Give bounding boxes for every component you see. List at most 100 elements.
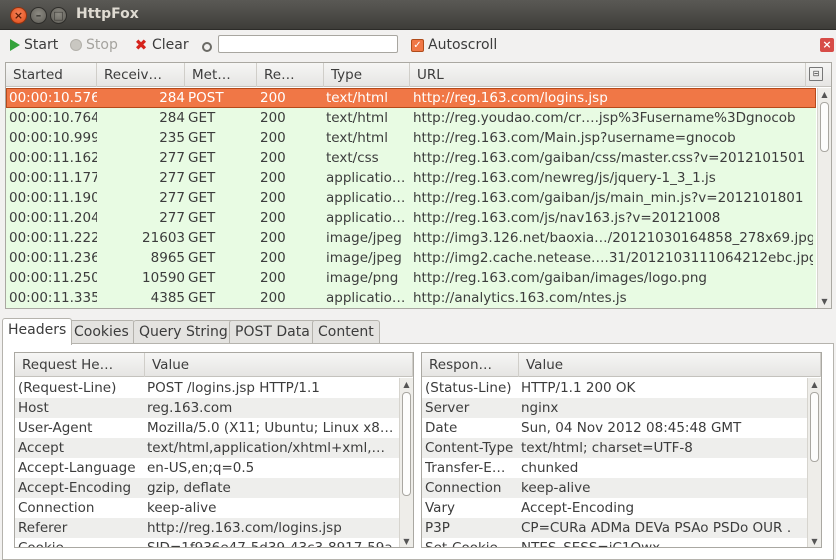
scroll-down-icon[interactable]: ▼: [820, 297, 829, 306]
cell-method: GET: [188, 130, 216, 146]
header-row[interactable]: Referer http://reg.163.com/logins.jsp: [15, 518, 399, 538]
scroll-up-icon[interactable]: ▲: [402, 380, 411, 389]
cell-received: 284: [159, 110, 185, 126]
table-row[interactable]: 00:00:11.190 277 GET 200 applicatio… http://r…: [6, 188, 816, 208]
scroll-thumb[interactable]: [810, 392, 819, 462]
table-row[interactable]: 00:00:11.250 10590 GET 200 image/png http://r…: [6, 268, 816, 288]
requests-scrollbar[interactable]: ▲ ▼: [817, 88, 831, 308]
search-icon-wrap: [202, 38, 212, 56]
clear-button[interactable]: ✖ Clear: [134, 36, 189, 54]
header-value: en-US,en;q=0.5: [147, 460, 255, 476]
close-panel-button[interactable]: ×: [820, 38, 834, 52]
table-row[interactable]: 00:00:10.764 284 GET 200 text/html http://reg…: [6, 108, 816, 128]
cell-received: 21603: [142, 230, 185, 246]
table-row[interactable]: 00:00:11.222 21603 GET 200 image/jpeg http://…: [6, 228, 816, 248]
column-result[interactable]: Re…: [257, 63, 324, 87]
column-url[interactable]: URL: [410, 63, 806, 87]
header-value: reg.163.com: [147, 400, 233, 416]
header-row[interactable]: User-Agent Mozilla/5.0 (X11; Ubuntu; Linu…: [15, 418, 399, 438]
stop-icon: [70, 39, 82, 51]
cell-started: 00:00:11.250: [9, 270, 97, 286]
cell-url: http://reg.163.com/newreg/js/jquery-1_3_…: [413, 170, 716, 186]
header-row[interactable]: Set-Cookie NTES_SESS=jC1Qwx…: [422, 538, 807, 547]
header-row[interactable]: Connection keep-alive: [15, 498, 399, 518]
header-value: nginx: [521, 400, 559, 416]
column-request-value[interactable]: Value: [145, 353, 413, 377]
cell-result: 200: [260, 230, 286, 246]
column-method[interactable]: Met…: [185, 63, 257, 87]
tab-query-string[interactable]: Query String: [133, 320, 234, 344]
header-name: Date: [425, 420, 458, 436]
request-headers-scrollbar[interactable]: ▲ ▼: [399, 378, 413, 547]
column-request-header[interactable]: Request He…: [15, 353, 145, 377]
table-row[interactable]: 00:00:10.999 235 GET 200 text/html http://reg…: [6, 128, 816, 148]
scroll-up-icon[interactable]: ▲: [820, 90, 829, 99]
start-button[interactable]: Start: [10, 36, 58, 54]
header-row[interactable]: (Request-Line) POST /logins.jsp HTTP/1.1: [15, 378, 399, 398]
requests-table-header: Started Receiv… Met… Re… Type URL ⊟: [6, 63, 831, 87]
header-value: Mozilla/5.0 (X11; Ubuntu; Linux x8…: [147, 420, 394, 436]
cell-method: GET: [188, 290, 216, 306]
tab-cookies[interactable]: Cookies: [68, 320, 135, 344]
window-maximize-button[interactable]: □: [50, 7, 67, 24]
column-picker-icon[interactable]: ⊟: [809, 67, 823, 81]
column-started[interactable]: Started: [6, 63, 97, 87]
header-row[interactable]: Content-Type text/html; charset=UTF-8: [422, 438, 807, 458]
header-row[interactable]: Host reg.163.com: [15, 398, 399, 418]
table-row[interactable]: 00:00:11.162 277 GET 200 text/css http://reg.…: [6, 148, 816, 168]
search-input[interactable]: [218, 35, 398, 53]
start-label: Start: [24, 37, 59, 53]
header-row[interactable]: Connection keep-alive: [422, 478, 807, 498]
autoscroll-checkbox[interactable]: ✓ Autoscroll: [411, 36, 497, 54]
scroll-down-icon[interactable]: ▼: [402, 537, 411, 546]
column-response-header[interactable]: Respon…: [422, 353, 519, 377]
scroll-up-icon[interactable]: ▲: [810, 380, 819, 389]
header-row[interactable]: Vary Accept-Encoding: [422, 498, 807, 518]
header-row[interactable]: Accept-Encoding gzip, deflate: [15, 478, 399, 498]
header-value: text/html,application/xhtml+xml,…: [147, 440, 385, 456]
tab-post-data[interactable]: POST Data: [229, 320, 316, 344]
title-bar: × – □ HttpFox: [0, 0, 836, 30]
scroll-thumb[interactable]: [820, 102, 829, 152]
cell-method: GET: [188, 190, 216, 206]
header-value: POST /logins.jsp HTTP/1.1: [147, 380, 320, 396]
cell-type: text/html: [326, 130, 388, 146]
table-row[interactable]: 00:00:11.236 8965 GET 200 image/jpeg http://i…: [6, 248, 816, 268]
window-close-button[interactable]: ×: [10, 7, 27, 24]
header-row[interactable]: Accept-Language en-US,en;q=0.5: [15, 458, 399, 478]
column-type[interactable]: Type: [324, 63, 410, 87]
scroll-down-icon[interactable]: ▼: [810, 537, 819, 546]
header-row[interactable]: (Status-Line) HTTP/1.1 200 OK: [422, 378, 807, 398]
tab-headers[interactable]: Headers: [2, 318, 73, 345]
table-row[interactable]: 00:00:11.177 277 GET 200 applicatio… http://r…: [6, 168, 816, 188]
stop-button[interactable]: Stop: [70, 36, 118, 54]
table-row[interactable]: 00:00:11.335 4385 GET 200 applicatio… http://…: [6, 288, 816, 308]
table-row[interactable]: 00:00:10.576 284 POST 200 text/html http://re…: [6, 88, 816, 108]
cell-result: 200: [260, 270, 286, 286]
header-row[interactable]: Cookie SID=1f936e47-5d39-43c3-8917-59a…: [15, 538, 406, 547]
cell-started: 00:00:10.764: [9, 110, 97, 126]
minimize-icon: –: [35, 9, 42, 22]
cell-type: text/css: [326, 150, 379, 166]
response-headers-scrollbar[interactable]: ▲ ▼: [807, 378, 821, 547]
header-row[interactable]: P3P CP=CURa ADMa DEVa PSAo PSDo OUR …: [422, 518, 807, 538]
cell-started: 00:00:11.335: [9, 290, 97, 306]
header-name: P3P: [425, 520, 450, 536]
column-received[interactable]: Receiv…: [97, 63, 185, 87]
header-name: Content-Type: [425, 440, 514, 456]
table-row[interactable]: 00:00:11.204 277 GET 200 applicatio… http://r…: [6, 208, 816, 228]
tab-content[interactable]: Content: [312, 320, 380, 344]
header-value: chunked: [521, 460, 579, 476]
header-row[interactable]: Accept text/html,application/xhtml+xml,…: [15, 438, 399, 458]
toolbar: Start Stop ✖ Clear ✓ Autoscroll: [0, 30, 836, 60]
pane-splitter[interactable]: [0, 309, 836, 318]
header-name: Connection: [425, 480, 502, 496]
scroll-thumb[interactable]: [402, 392, 411, 496]
header-row[interactable]: Transfer-E… chunked: [422, 458, 807, 478]
header-row[interactable]: Server nginx: [422, 398, 807, 418]
column-response-value[interactable]: Value: [519, 353, 821, 377]
header-row[interactable]: Date Sun, 04 Nov 2012 08:45:48 GMT: [422, 418, 807, 438]
window-minimize-button[interactable]: –: [30, 7, 47, 24]
cell-received: 8965: [150, 250, 185, 266]
cell-url: http://reg.163.com/gaiban/css/master.css…: [413, 150, 806, 166]
